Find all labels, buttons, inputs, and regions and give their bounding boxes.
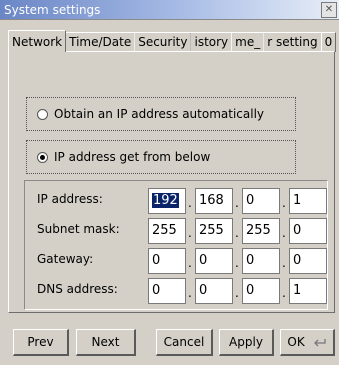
ip-octet-2[interactable]: 168 <box>195 188 233 214</box>
subnet-mask-row: Subnet mask: 255 . 255 . 255 . 0 <box>25 218 327 244</box>
title-bar: System settings ✕ <box>0 0 339 20</box>
octet-separator: . <box>188 286 192 300</box>
ip-address-row: IP address: 192 . 168 . 0 . 1 <box>25 188 327 214</box>
subnet-octet-2[interactable]: 255 <box>195 218 233 244</box>
octet-separator: . <box>282 256 286 270</box>
manual-ip-label: IP address get from below <box>54 150 211 164</box>
octet-separator: . <box>282 226 286 240</box>
enter-icon <box>313 338 326 346</box>
tab-time-date[interactable]: Time/Date <box>65 32 136 52</box>
gateway-octet-2[interactable]: 0 <box>195 248 233 274</box>
gateway-row: Gateway: 0 . 0 . 0 . 0 <box>25 248 327 274</box>
octet-separator: . <box>235 256 239 270</box>
ip-address-label: IP address: <box>37 192 103 206</box>
auto-ip-label: Obtain an IP address automatically <box>54 107 265 121</box>
ip-octet-4[interactable]: 1 <box>289 188 327 214</box>
tab-network[interactable]: Network <box>8 30 67 52</box>
subnet-mask-label: Subnet mask: <box>37 222 120 236</box>
auto-ip-option[interactable]: Obtain an IP address automatically <box>26 97 296 131</box>
octet-separator: . <box>235 226 239 240</box>
octet-separator: . <box>235 196 239 210</box>
gateway-octet-1[interactable]: 0 <box>148 248 186 274</box>
subnet-octet-1[interactable]: 255 <box>148 218 186 244</box>
octet-separator: . <box>282 286 286 300</box>
ok-button[interactable]: OK <box>280 329 335 356</box>
tab-overflow[interactable]: 0 <box>320 32 337 52</box>
octet-separator: . <box>235 286 239 300</box>
subnet-octet-3[interactable]: 255 <box>242 218 280 244</box>
gateway-octet-3[interactable]: 0 <box>242 248 280 274</box>
auto-ip-radio[interactable] <box>37 108 48 120</box>
octet-separator: . <box>188 256 192 270</box>
tab-security[interactable]: Security <box>134 32 192 52</box>
manual-ip-option[interactable]: IP address get from below <box>26 140 296 174</box>
dns-address-row: DNS address: 0 . 0 . 0 . 1 <box>25 278 327 304</box>
dns-octet-3[interactable]: 0 <box>242 278 280 304</box>
gateway-octet-4[interactable]: 0 <box>289 248 327 274</box>
dns-octet-1[interactable]: 0 <box>148 278 186 304</box>
manual-ip-radio[interactable] <box>37 151 48 163</box>
close-icon[interactable]: ✕ <box>321 2 337 18</box>
octet-separator: . <box>188 226 192 240</box>
dns-octet-4[interactable]: 1 <box>289 278 327 304</box>
next-button[interactable]: Next <box>76 329 136 356</box>
ok-label: OK <box>287 335 305 349</box>
apply-button[interactable]: Apply <box>219 329 274 356</box>
ip-octet-1[interactable]: 192 <box>148 188 186 214</box>
octet-separator: . <box>282 196 286 210</box>
tab-me[interactable]: me_ <box>231 32 265 52</box>
ip-octet-3[interactable]: 0 <box>242 188 280 214</box>
cancel-button[interactable]: Cancel <box>156 329 213 356</box>
dns-address-label: DNS address: <box>37 282 118 296</box>
prev-button[interactable]: Prev <box>13 329 69 356</box>
tab-strip: Network Time/Date Security istory me_ r setti… <box>8 30 339 52</box>
ip-settings-group: IP address: 192 . 168 . 0 . 1 Subnet mas… <box>24 180 328 310</box>
octet-separator: . <box>188 196 192 210</box>
subnet-octet-4[interactable]: 0 <box>289 218 327 244</box>
tab-setting[interactable]: r setting <box>263 32 322 52</box>
window-title: System settings <box>4 3 101 17</box>
gateway-label: Gateway: <box>37 252 94 266</box>
tab-history[interactable]: istory <box>190 32 233 52</box>
dns-octet-2[interactable]: 0 <box>195 278 233 304</box>
